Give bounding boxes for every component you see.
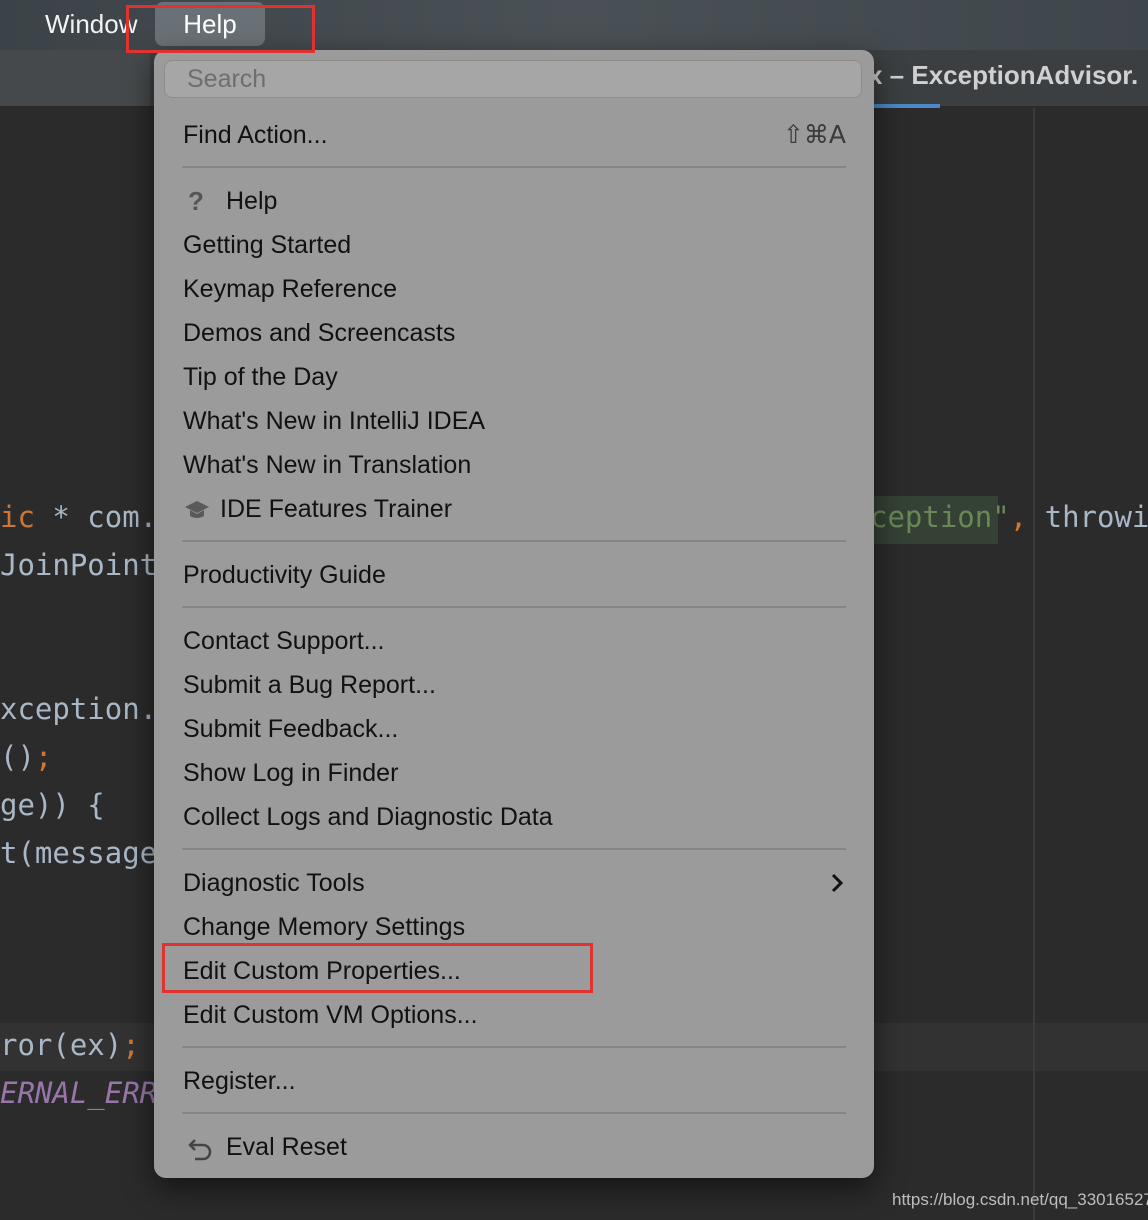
system-menu-bar: l Window Help [0,0,1148,50]
menu-item-tip-of-the-day[interactable]: Tip of the Day [183,357,338,397]
watermark-text: https://blog.csdn.net/qq_33016527 [892,1190,1148,1209]
help-menu-dropdown: Search Find Action... ⇧⌘A ? Help Getting… [154,50,874,1178]
menu-item-change-memory-settings[interactable]: Change Memory Settings [183,907,465,947]
menu-item-diagnostic-tools[interactable]: Diagnostic Tools [183,863,365,903]
menu-separator [182,1112,846,1114]
code-line-pointcut-right: ception", throwi [870,500,1148,534]
menu-separator [182,848,846,850]
undo-icon [188,1139,212,1161]
menu-item-submit-feedback[interactable]: Submit Feedback... [183,709,398,749]
code-line-joinpoint: JoinPoint [0,548,158,582]
chevron-right-icon [831,873,844,893]
title-bar-left-strip [0,50,150,106]
code-line-constant: ERNAL_ERR [0,1076,158,1110]
menu-bar-item-help[interactable]: Help [155,2,265,46]
menu-item-show-log-finder[interactable]: Show Log in Finder [183,753,398,793]
code-line-call: (); [0,740,53,774]
menu-item-keymap-reference[interactable]: Keymap Reference [183,269,397,309]
menu-item-register[interactable]: Register... [183,1061,296,1101]
menu-item-help[interactable]: Help [226,181,277,221]
menu-item-whats-new-translation[interactable]: What's New in Translation [183,445,471,485]
menu-separator [182,166,846,168]
window-title: x – ExceptionAdvisor. [868,60,1139,90]
menu-item-find-action[interactable]: Find Action... [183,115,328,155]
menu-item-getting-started[interactable]: Getting Started [183,225,351,265]
find-action-shortcut: ⇧⌘A [782,120,846,149]
menu-item-contact-support[interactable]: Contact Support... [183,621,385,661]
right-margin-guide [1033,108,1035,1220]
menu-item-productivity-guide[interactable]: Productivity Guide [183,555,386,595]
code-line-if: ge)) { [0,788,105,822]
menu-separator [182,606,846,608]
code-line-exception: xception. [0,692,158,726]
menu-search-input[interactable]: Search [164,60,862,98]
code-line-message: t(message [0,836,158,870]
menu-item-eval-reset[interactable]: Eval Reset [226,1127,347,1167]
menu-item-ide-features-trainer[interactable]: IDE Features Trainer [220,489,452,529]
menu-bar-item-partial[interactable]: l [0,0,4,50]
menu-bar-item-window[interactable]: Window [45,0,137,50]
menu-item-demos-screencasts[interactable]: Demos and Screencasts [183,313,455,353]
menu-item-whats-new-idea[interactable]: What's New in IntelliJ IDEA [183,401,485,441]
code-line-error: ror(ex); [0,1028,140,1062]
menu-item-submit-bug-report[interactable]: Submit a Bug Report... [183,665,436,705]
menu-item-edit-custom-vm-options[interactable]: Edit Custom VM Options... [183,995,478,1035]
question-icon: ? [188,186,204,216]
graduation-cap-icon [185,501,209,518]
menu-separator [182,1046,846,1048]
menu-item-edit-custom-properties[interactable]: Edit Custom Properties... [183,951,461,991]
menu-separator [182,540,846,542]
menu-item-collect-logs[interactable]: Collect Logs and Diagnostic Data [183,797,553,837]
code-line-pointcut-left: ic * com. [0,500,158,534]
